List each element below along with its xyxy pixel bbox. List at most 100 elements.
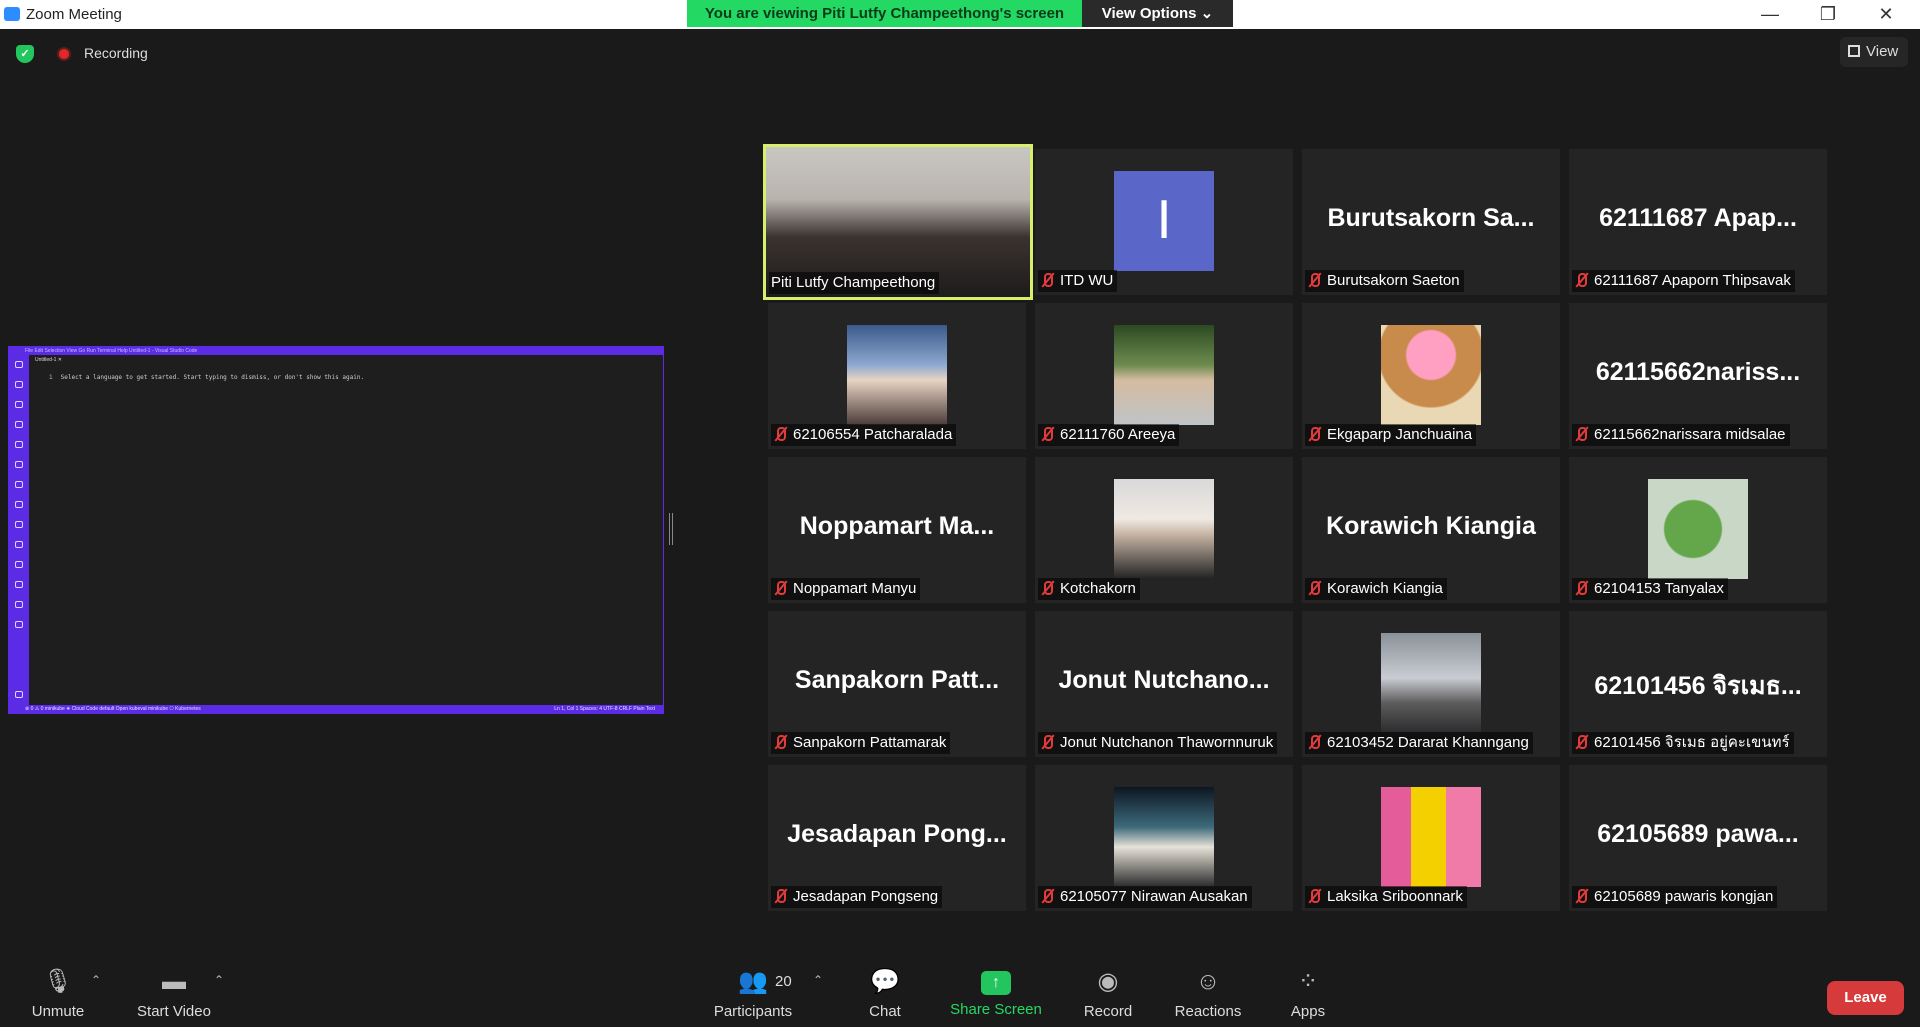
participant-name-label: 62111760 Areeya — [1038, 424, 1180, 446]
participant-tile[interactable]: 62111687 Apap... 62111687 Apaporn Thipsav… — [1569, 149, 1827, 295]
participant-avatar — [1381, 633, 1481, 733]
branch-icon — [15, 561, 23, 568]
participant-tile[interactable]: Noppamart Ma... Noppamart Manyu — [768, 457, 1026, 603]
minimize-button[interactable]: — — [1747, 0, 1793, 29]
participant-tile[interactable]: Laksika Sriboonnark — [1302, 765, 1560, 911]
chat-button[interactable]: 💬 Chat — [865, 963, 905, 1023]
participant-name-label: Kotchakorn — [1038, 578, 1140, 600]
participant-tile[interactable]: Kotchakorn — [1035, 457, 1293, 603]
participant-tile[interactable]: 62111760 Areeya — [1035, 303, 1293, 449]
meeting-toolbar: 🎙 Unmute ⌃ ▬ Start Video ⌃ 👥 Participant… — [0, 957, 1920, 1027]
share-screen-button[interactable]: ↑ Share Screen — [950, 963, 1042, 1023]
vscode-titlebar: File Edit Selection View Go Run Terminal… — [9, 347, 663, 355]
unmute-label: Unmute — [31, 1003, 85, 1020]
participant-name-label: 62111687 Apaporn Thipsavak — [1572, 270, 1795, 292]
editor-content: 1 Select a language to get started. Start… — [49, 374, 364, 381]
participant-tile[interactable]: Sanpakorn Patt... Sanpakorn Pattamarak — [768, 611, 1026, 757]
participant-name: 62101456 จิรเมธ อยู่คะเขนทร์ — [1594, 734, 1790, 751]
participant-display-name: Korawich Kiangia — [1326, 512, 1536, 540]
participant-name-label: Laksika Sriboonnark — [1305, 886, 1467, 908]
share-arrow-icon: ↑ — [981, 971, 1011, 995]
close-button[interactable]: ✕ — [1863, 0, 1909, 29]
participant-name: Jonut Nutchanon Thawornnuruk — [1060, 734, 1274, 751]
participant-tile[interactable]: Jonut Nutchano... Jonut Nutchanon Thaworn… — [1035, 611, 1293, 757]
participant-name-label: 62103452 Dararat Khanngang — [1305, 732, 1533, 754]
editor-tab: Untitled-1 ✕ — [31, 357, 66, 365]
status-right: Ln 1, Col 1 Spaces: 4 UTF-8 CRLF Plain T… — [554, 706, 655, 712]
zoom-app-icon — [4, 7, 20, 21]
run-debug-icon — [15, 401, 23, 408]
unmute-button[interactable]: 🎙 Unmute — [24, 963, 92, 1023]
audio-options-caret-icon[interactable]: ⌃ — [91, 973, 101, 987]
participant-name: 62103452 Dararat Khanngang — [1327, 734, 1529, 751]
participant-name: Jesadapan Pongseng — [793, 888, 939, 905]
start-video-label: Start Video — [137, 1003, 211, 1020]
participant-avatar — [847, 325, 947, 425]
participant-avatar — [1114, 787, 1214, 887]
participant-tile[interactable]: Jesadapan Pong... Jesadapan Pongseng — [768, 765, 1026, 911]
explorer-icon — [15, 361, 23, 368]
settings-gear-icon — [15, 691, 23, 698]
remote-icon — [15, 441, 23, 448]
viewing-screen-banner: You are viewing Piti Lutfy Champeethong'… — [687, 0, 1082, 27]
participants-caret-icon[interactable]: ⌃ — [813, 973, 823, 987]
mic-muted-icon — [1307, 889, 1321, 903]
view-options-button[interactable]: View Options ⌄ — [1082, 0, 1233, 27]
participant-name: 62104153 Tanyalax — [1594, 580, 1724, 597]
record-button[interactable]: ◉ Record — [1082, 963, 1134, 1023]
restore-button[interactable]: ❐ — [1805, 0, 1851, 29]
participant-name-label: Ekgaparp Janchuaina — [1305, 424, 1477, 446]
participant-display-name: 62111687 Apap... — [1599, 204, 1797, 232]
participant-tile[interactable]: I ITD WU — [1035, 149, 1293, 295]
record-icon: ◉ — [1097, 968, 1119, 995]
shared-screen-vscode[interactable]: File Edit Selection View Go Run Terminal… — [8, 346, 664, 714]
apps-button[interactable]: ⁘ Apps — [1288, 963, 1328, 1023]
participant-tile[interactable]: 62105689 pawa... 62105689 pawaris kongjan — [1569, 765, 1827, 911]
participant-name: Laksika Sriboonnark — [1327, 888, 1463, 905]
mic-muted-icon — [1040, 581, 1054, 595]
start-video-button[interactable]: ▬ Start Video — [134, 963, 214, 1023]
mic-muted-icon — [1574, 889, 1588, 903]
participant-tile[interactable]: 62115662nariss... 62115662narissara midsa… — [1569, 303, 1827, 449]
status-left: ⊗ 0 ⚠ 0 minikube ⎈ Cloud Code default Op… — [25, 706, 201, 712]
chat-bubble-icon: 💬 — [870, 968, 900, 995]
mic-muted-icon — [1574, 735, 1588, 749]
grid-icon — [1848, 45, 1860, 57]
participant-name-label: 62104153 Tanyalax — [1572, 578, 1728, 600]
participant-tile[interactable]: Piti Lutfy Champeethong — [763, 144, 1033, 300]
mic-muted-icon — [1574, 273, 1588, 287]
database-icon — [15, 521, 23, 528]
participant-name-label: Piti Lutfy Champeethong — [769, 272, 940, 294]
mic-muted-icon — [1307, 735, 1321, 749]
apps-label: Apps — [1290, 1003, 1326, 1020]
source-control-icon — [15, 461, 23, 468]
video-options-caret-icon[interactable]: ⌃ — [214, 973, 224, 987]
cluster-icon — [15, 601, 23, 608]
participant-tile[interactable]: Burutsakorn Sa... Burutsakorn Saeton — [1302, 149, 1560, 295]
participant-tile[interactable]: Korawich Kiangia Korawich Kiangia — [1302, 457, 1560, 603]
participant-tile[interactable]: 62106554 Patcharalada — [768, 303, 1026, 449]
participant-name-label: 62106554 Patcharalada — [771, 424, 957, 446]
split-divider-handle[interactable] — [669, 513, 673, 545]
participant-display-name: Sanpakorn Patt... — [794, 666, 1000, 694]
participant-tile[interactable]: 62101456 จิรเมธ... 62101456 จิรเมธ อยู่คะ… — [1569, 611, 1827, 757]
participant-display-name: 62115662nariss... — [1595, 358, 1801, 386]
participant-name-label: 62115662narissara midsalae — [1572, 424, 1790, 446]
participant-tile[interactable]: 62105077 Nirawan Ausakan — [1035, 765, 1293, 911]
mic-muted-icon — [1307, 273, 1321, 287]
reactions-button[interactable]: ☺ Reactions — [1172, 963, 1244, 1023]
participant-tile[interactable]: 62103452 Dararat Khanngang — [1302, 611, 1560, 757]
participant-display-name: 62105689 pawa... — [1597, 820, 1799, 848]
security-shield-icon[interactable]: ✓ — [16, 45, 34, 63]
mic-muted-icon — [773, 735, 787, 749]
more-icon — [15, 621, 23, 628]
chat-label: Chat — [869, 1003, 901, 1020]
participant-tile[interactable]: 62104153 Tanyalax — [1569, 457, 1827, 603]
participant-name-label: Jonut Nutchanon Thawornnuruk — [1038, 732, 1278, 754]
participant-avatar — [1381, 787, 1481, 887]
participants-button[interactable]: 👥 Participants — [710, 963, 796, 1023]
leave-button[interactable]: Leave — [1827, 981, 1904, 1015]
view-layout-button[interactable]: View — [1840, 37, 1908, 67]
participant-tile[interactable]: Ekgaparp Janchuaina — [1302, 303, 1560, 449]
line-number: 1 — [49, 374, 53, 381]
